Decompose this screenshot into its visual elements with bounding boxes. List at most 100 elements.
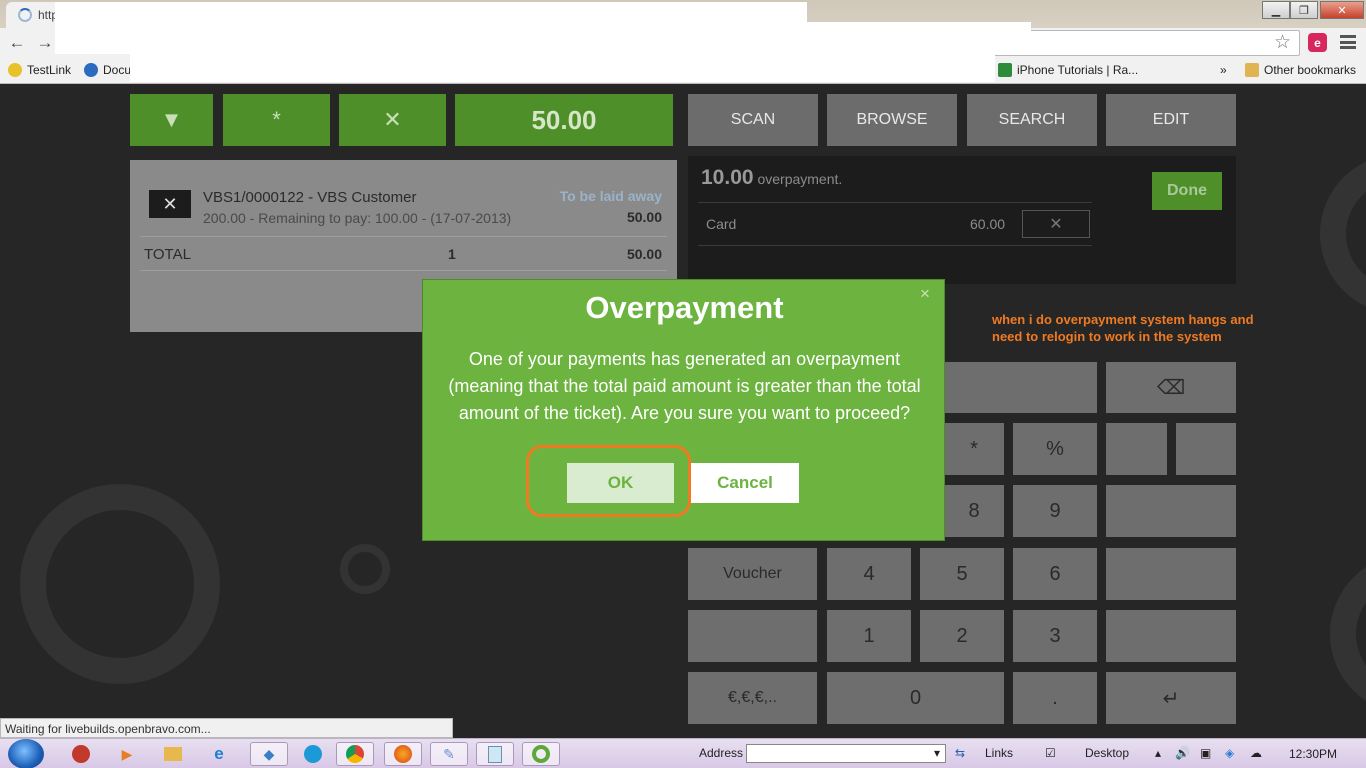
key-1[interactable]: 1 [827, 610, 911, 662]
annotation-note: when i do overpayment system hangs and n… [992, 312, 1254, 344]
key-5[interactable]: 5 [920, 548, 1004, 600]
key-blank[interactable] [1106, 610, 1236, 662]
app-icon[interactable]: ◆ [250, 742, 288, 766]
bookmark-star-icon[interactable]: ☆ [1274, 31, 1291, 54]
key-blank[interactable] [688, 610, 817, 662]
tab-scan[interactable]: SCAN [688, 94, 818, 146]
desktop-toolbar-label[interactable]: Desktop [1085, 746, 1129, 760]
back-arrow-icon[interactable]: ← [6, 33, 28, 53]
app-icon[interactable] [64, 742, 98, 766]
delete-button[interactable]: ✕ [339, 94, 446, 146]
payment-method: Card [706, 216, 737, 232]
voucher-key[interactable]: Voucher [688, 548, 817, 600]
tray-expand-icon[interactable]: ▴ [1155, 746, 1161, 760]
bookmark-docu[interactable]: Docu [84, 63, 131, 77]
cloud-icon[interactable]: ☁ [1250, 746, 1262, 760]
bookmark-testlink[interactable]: TestLink [8, 63, 71, 77]
dialog-close-icon[interactable]: × [920, 284, 930, 304]
tab-edit[interactable]: EDIT [1106, 94, 1236, 146]
total-qty: 1 [448, 246, 456, 262]
cancel-button[interactable]: Cancel [691, 463, 799, 503]
skype-icon[interactable] [296, 742, 330, 766]
address-dropdown-icon[interactable]: ▾ [934, 746, 940, 760]
total-label: TOTAL [144, 246, 191, 263]
tab-browse[interactable]: BROWSE [827, 94, 957, 146]
redacted-area [806, 22, 1031, 54]
line-amount: 50.00 [626, 209, 662, 225]
watermark-logo [1330, 554, 1366, 714]
key-2[interactable]: 2 [920, 610, 1004, 662]
internet-explorer-icon[interactable]: e [202, 742, 236, 766]
folder-icon [1245, 63, 1259, 77]
watermark-logo [1320, 154, 1366, 314]
go-arrow-icon[interactable]: ⇆ [955, 746, 965, 760]
bookmark-iphone-tutorials[interactable]: iPhone Tutorials | Ra... [998, 63, 1138, 77]
start-button-icon[interactable] [8, 739, 44, 768]
star-button[interactable]: * [223, 94, 330, 146]
taskbar-clock: 12:30PM [1289, 747, 1338, 761]
bookmarks-overflow-button[interactable]: » [1220, 63, 1227, 77]
volume-icon[interactable]: 🔊 [1175, 746, 1190, 760]
explorer-folder-icon[interactable] [156, 742, 190, 766]
line-name: VBS1/0000122 - VBS Customer [203, 189, 417, 206]
remove-payment-icon[interactable]: ✕ [1022, 210, 1090, 238]
windows-taskbar: ▶ e ◆ ✎ Address ▾ ⇆ Links ☑ Desktop ▴ 🔊 … [0, 738, 1366, 768]
remove-line-icon[interactable]: ✕ [149, 190, 191, 218]
maximize-icon[interactable]: ❐ [1290, 1, 1318, 19]
dialog-title: Overpayment [585, 290, 784, 325]
firefox-icon[interactable] [384, 742, 422, 766]
media-player-icon[interactable]: ▶ [110, 742, 144, 766]
network-icon[interactable]: ▣ [1200, 746, 1211, 760]
enter-key[interactable]: ↵ [1106, 672, 1236, 724]
key-4[interactable]: 4 [827, 548, 911, 600]
chrome-icon[interactable] [336, 742, 374, 766]
key-6[interactable]: 6 [1013, 548, 1097, 600]
dialog-message: One of your payments has generated an ov… [448, 349, 921, 423]
notepad-icon[interactable] [476, 742, 514, 766]
dropdown-button[interactable]: ▼ [130, 94, 213, 146]
overpayment-label: overpayment. [757, 171, 843, 187]
browser-menu-icon[interactable] [1340, 35, 1356, 49]
key-8[interactable]: 8 [944, 485, 1004, 537]
payment-panel: 10.00 overpayment. Done Card 60.00 ✕ [688, 156, 1236, 284]
line-detail: 200.00 - Remaining to pay: 100.00 - (17-… [203, 210, 512, 226]
openbravo-icon[interactable] [522, 742, 560, 766]
minimize-icon[interactable]: ▁ [1262, 1, 1290, 19]
done-button[interactable]: Done [1152, 172, 1222, 210]
key-percent[interactable]: % [1013, 423, 1097, 475]
overpayment-info: 10.00 overpayment. [701, 166, 842, 190]
address-toolbar-label: Address [699, 746, 744, 760]
key-dot[interactable]: . [1013, 672, 1097, 724]
watermark-logo [340, 544, 390, 594]
overpayment-amount: 10.00 [701, 166, 754, 189]
key-asterisk[interactable]: * [944, 423, 1004, 475]
key-0[interactable]: 0 [827, 672, 1004, 724]
testlink-icon [8, 63, 22, 77]
checklist-icon[interactable]: ☑ [1045, 746, 1056, 760]
bookmark-other[interactable]: Other bookmarks [1245, 63, 1356, 77]
key-9[interactable]: 9 [1013, 485, 1097, 537]
key-blank[interactable] [1176, 423, 1236, 475]
key-blank[interactable] [1106, 548, 1236, 600]
total-amount-button[interactable]: 50.00 [455, 94, 673, 146]
key-blank[interactable] [1106, 423, 1167, 475]
tab-search[interactable]: SEARCH [967, 94, 1097, 146]
forward-arrow-icon[interactable]: → [34, 33, 56, 53]
links-toolbar-label[interactable]: Links [985, 746, 1013, 760]
line-status: To be laid away [559, 188, 662, 204]
taskbar-address-input[interactable] [746, 744, 946, 763]
key-blank[interactable] [1106, 485, 1236, 537]
site-icon [998, 63, 1012, 77]
keypad-display [944, 362, 1097, 413]
divider [140, 236, 667, 237]
browser-status-bar: Waiting for livebuilds.openbravo.com... [0, 718, 453, 738]
paint-icon[interactable]: ✎ [430, 742, 468, 766]
backspace-key[interactable]: ⌫ [1106, 362, 1236, 413]
extension-icon[interactable]: e [1308, 33, 1327, 52]
close-window-icon[interactable]: ✕ [1320, 1, 1364, 19]
key-3[interactable]: 3 [1013, 610, 1097, 662]
divider [698, 245, 1092, 246]
dropbox-icon[interactable]: ◈ [1225, 746, 1234, 760]
loading-spinner-icon [18, 8, 32, 22]
currency-key[interactable]: €,€,€,.. [688, 672, 817, 724]
